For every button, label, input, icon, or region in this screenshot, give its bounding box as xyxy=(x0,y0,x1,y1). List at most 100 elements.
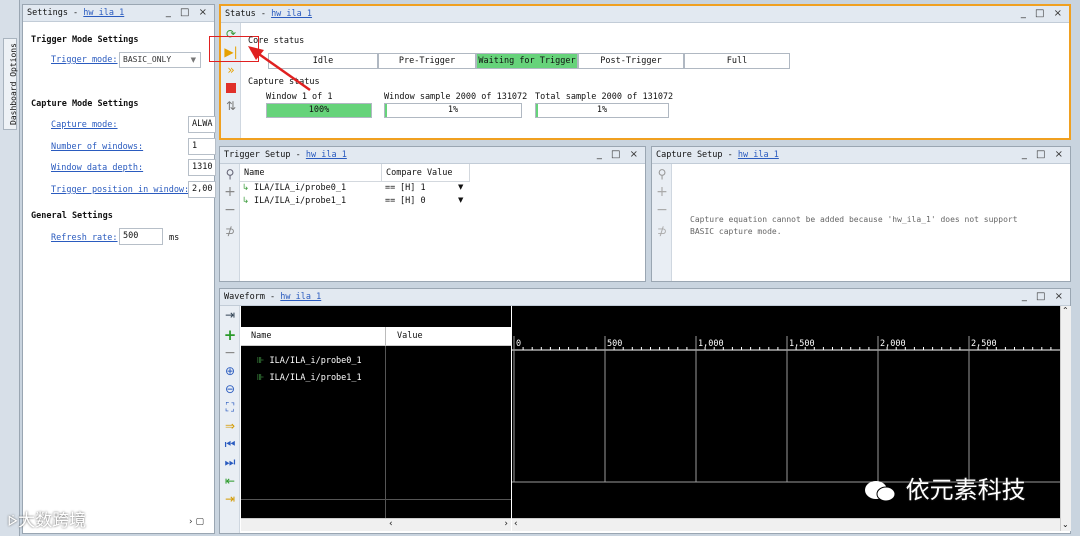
num-windows-input[interactable]: 1 xyxy=(188,138,216,155)
remove-probe-icon[interactable]: − xyxy=(223,203,237,217)
trigger-position-label[interactable]: Trigger position in window: xyxy=(51,185,189,195)
dashboard-options-strip[interactable]: Dashboard Options xyxy=(0,0,20,536)
waveform-name-divider-bottom xyxy=(241,499,511,500)
watermark-left-text: 大数跨境 xyxy=(18,511,87,531)
watermark-logo: ᢰ xyxy=(8,514,19,530)
trigger-setup-title-link[interactable]: hw_ila_1 xyxy=(306,150,347,160)
capture-mode-label[interactable]: Capture mode: xyxy=(51,120,118,130)
capture-setup-toolbar: ⚲ + − ⊅ xyxy=(652,164,672,281)
scroll-up-icon[interactable]: ⌃ xyxy=(1062,306,1069,315)
waveform-col-value: Value xyxy=(397,331,423,341)
status-title-link[interactable]: hw_ila_1 xyxy=(271,9,312,19)
waveform-name-divider xyxy=(385,346,386,518)
trigger-row-value[interactable]: [H] 1 xyxy=(400,183,426,193)
search-icon[interactable]: ⚲ xyxy=(655,167,669,181)
capture-setup-header: Capture Setup - hw_ila_1 _ □ × xyxy=(652,147,1070,164)
trigger-row-name: ILA/ILA_i/probe1_1 xyxy=(254,196,347,206)
trigger-row-value[interactable]: [H] 0 xyxy=(400,196,426,206)
window-depth-input[interactable]: 1310 xyxy=(188,159,216,176)
trigger-row-op[interactable]: == xyxy=(385,196,395,206)
go-to-end-icon[interactable]: ⏭ xyxy=(223,455,237,469)
remove-signal-icon[interactable]: − xyxy=(223,346,237,360)
waveform-toolbar: ⇥ + − ⊕ ⊖ ⛶ ⇒ ⏮ ⏭ ⇤ ⇥ xyxy=(220,306,240,533)
waveform-v-scrollbar[interactable]: ⌃ ⌄ xyxy=(1060,306,1071,531)
state-post-trigger: Post-Trigger xyxy=(578,53,684,69)
settings-title-link[interactable]: hw_ila_1 xyxy=(83,8,124,18)
refresh-rate-unit: ms xyxy=(169,233,180,243)
probe-icon: ↳ xyxy=(242,183,250,193)
refresh-rate-label[interactable]: Refresh rate: xyxy=(51,233,118,243)
total-sample-progress-text: 1% xyxy=(596,105,608,115)
capture-config-icon[interactable]: ⇅ xyxy=(224,99,238,113)
trigger-setup-window-controls[interactable]: _ □ × xyxy=(597,147,641,163)
stop-icon[interactable] xyxy=(224,81,238,95)
scroll-down-icon[interactable]: ⌄ xyxy=(1062,520,1069,529)
go-to-start-icon[interactable]: ⏮ xyxy=(223,437,237,451)
capture-message-line2: BASIC capture mode. xyxy=(690,227,782,236)
trigger-row-op[interactable]: == xyxy=(385,183,395,193)
run-immediate-icon[interactable]: » xyxy=(224,63,238,77)
waveform-col-name: Name xyxy=(251,331,272,341)
trigger-row-name: ILA/ILA_i/probe0_1 xyxy=(254,183,347,193)
refresh-rate-input[interactable]: 500 xyxy=(119,228,163,245)
zoom-in-icon[interactable]: ⊕ xyxy=(223,364,237,378)
watermark-right: 依元素科技 xyxy=(862,470,1026,505)
trigger-mode-label[interactable]: Trigger mode: xyxy=(51,55,118,65)
capture-setup-title-link[interactable]: hw_ila_1 xyxy=(738,150,779,160)
settings-title: Settings - xyxy=(27,8,84,18)
remove-icon[interactable]: − xyxy=(655,203,669,217)
window-sample-progress-fill xyxy=(385,104,388,117)
status-window-controls[interactable]: _ □ × xyxy=(1021,6,1065,22)
window-depth-label[interactable]: Window data depth: xyxy=(51,163,143,173)
trigger-condition-icon[interactable]: ⊅ xyxy=(223,224,237,238)
general-section-title: General Settings xyxy=(31,211,113,221)
go-to-marker-icon[interactable]: ⇥ xyxy=(223,308,237,322)
settings-window-controls[interactable]: _ □ × xyxy=(166,5,210,21)
trigger-position-input[interactable]: 2,00 xyxy=(188,181,216,198)
scroll-left-icon[interactable]: ‹ xyxy=(389,519,393,529)
add-probe-icon[interactable]: + xyxy=(223,185,237,199)
window-sample-progress-bar: 1% xyxy=(384,103,522,118)
num-windows-label[interactable]: Number of windows: xyxy=(51,142,143,152)
chevron-down-icon[interactable]: ▼ xyxy=(458,183,463,191)
ruler-tick-label: 0 xyxy=(516,339,521,349)
zoom-out-icon[interactable]: ⊖ xyxy=(223,382,237,396)
chevron-down-icon[interactable]: ▼ xyxy=(458,196,463,204)
settings-collapse-icons[interactable]: › ▢ xyxy=(189,517,204,527)
capture-condition-icon[interactable]: ⊅ xyxy=(655,224,669,238)
capture-setup-window-controls[interactable]: _ □ × xyxy=(1022,147,1066,163)
waveform-h-scrollbar[interactable]: ‹ xyxy=(512,518,1060,531)
list-item[interactable]: ⊪ ILA/ILA_i/probe1_1 xyxy=(257,373,362,383)
add-icon[interactable]: + xyxy=(655,185,669,199)
table-row[interactable]: ↳ ILA/ILA_i/probe0_1 == [H] 1 ▼ xyxy=(240,183,470,196)
scroll-left-icon[interactable]: ‹ xyxy=(514,519,518,529)
next-transition-icon[interactable]: ⇥ xyxy=(223,492,237,506)
scroll-right-icon[interactable]: › xyxy=(504,519,508,529)
total-sample-progress-bar: 1% xyxy=(535,103,669,118)
waveform-name-scrollbar[interactable]: ‹ › xyxy=(241,518,511,531)
capture-setup-panel: Capture Setup - hw_ila_1 _ □ × ⚲ + − ⊅ C… xyxy=(651,146,1071,282)
status-title: Status - xyxy=(225,9,272,19)
add-signal-icon[interactable]: + xyxy=(223,328,237,343)
state-waiting-for-trigger: Waiting for Trigger xyxy=(476,53,578,69)
trigger-setup-panel: Trigger Setup - hw_ila_1 _ □ × ⚲ + − ⊅ N… xyxy=(219,146,646,282)
trigger-mode-select[interactable]: BASIC_ONLY ▼ xyxy=(119,52,201,68)
search-icon[interactable]: ⚲ xyxy=(223,167,237,181)
ruler-tick-label: 2,000 xyxy=(880,339,906,349)
settings-panel: Settings - hw_ila_1 _ □ × Trigger Mode S… xyxy=(22,4,216,534)
window-progress-bar: 100% xyxy=(266,103,372,118)
zoom-fit-icon[interactable]: ⛶ xyxy=(223,400,237,414)
list-item[interactable]: ⊪ ILA/ILA_i/probe0_1 xyxy=(257,356,362,366)
status-panel: Status - hw_ila_1 _ □ × ⟳ ▶| » ⇅ Core st… xyxy=(209,4,1071,140)
marker-icon[interactable]: ⇒ xyxy=(223,419,237,433)
capture-mode-select[interactable]: ALWA xyxy=(188,116,216,133)
settings-header: Settings - hw_ila_1 _ □ × xyxy=(23,5,214,22)
capture-message-line1: Capture equation cannot be added because… xyxy=(690,215,1018,224)
waveform-title-link[interactable]: hw_ila_1 xyxy=(280,292,321,302)
signal-name: ILA/ILA_i/probe0_1 xyxy=(269,356,362,366)
waveform-name-area: Name Value ⊪ ILA/ILA_i/probe0_1 ⊪ ILA/IL… xyxy=(241,306,511,518)
table-row[interactable]: ↳ ILA/ILA_i/probe1_1 == [H] 0 ▼ xyxy=(240,196,470,209)
probe-icon: ↳ xyxy=(242,196,250,206)
prev-transition-icon[interactable]: ⇤ xyxy=(223,474,237,488)
waveform-window-controls[interactable]: _ □ × xyxy=(1022,289,1066,305)
